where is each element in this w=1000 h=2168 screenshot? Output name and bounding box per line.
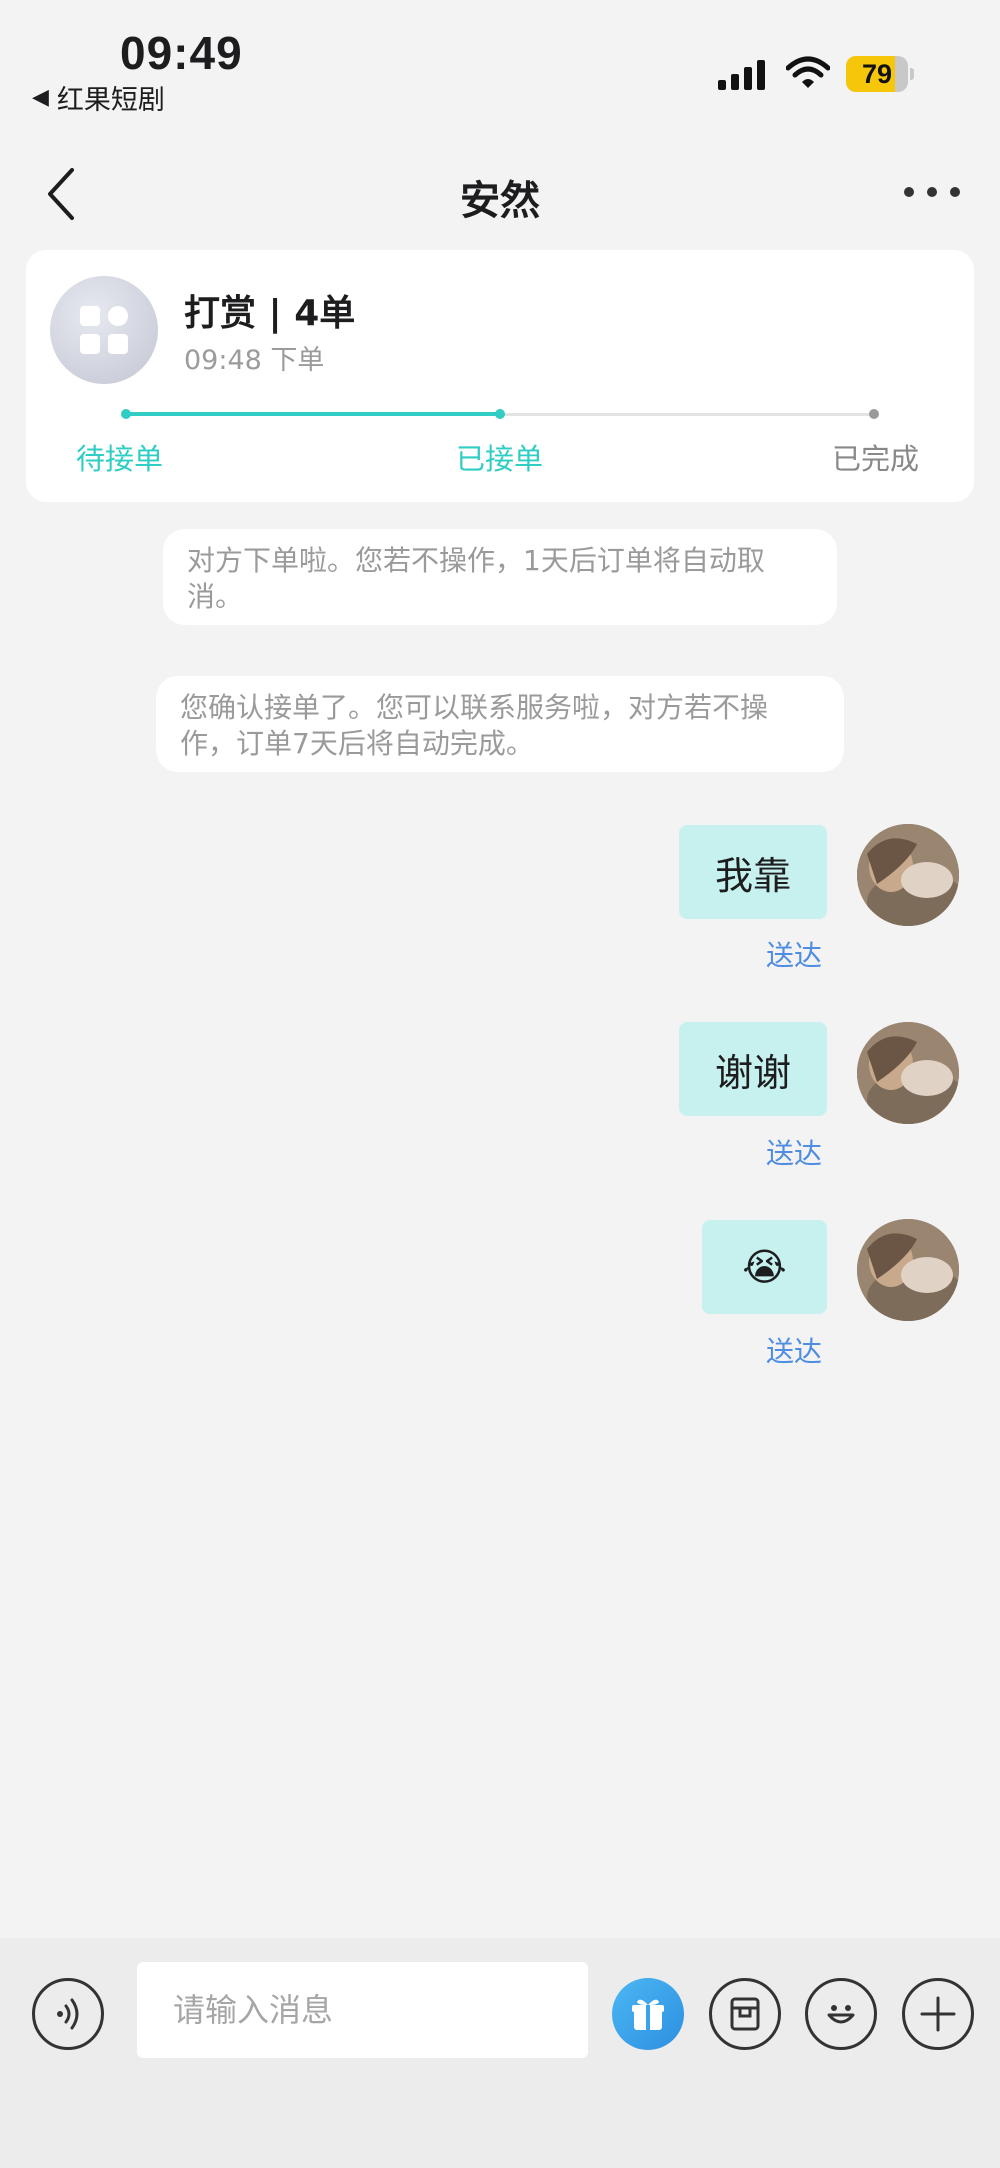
delivery-status: 送达 [766, 1335, 823, 1368]
more-options-icon[interactable] [904, 172, 960, 212]
emoji-icon [827, 2005, 855, 2024]
emoji-button[interactable] [805, 1978, 877, 2050]
avatar[interactable] [857, 824, 959, 926]
gift-icon [632, 1999, 664, 2030]
voice-icon [57, 1998, 79, 2030]
delivery-status: 送达 [766, 1137, 823, 1170]
message-input-bar [0, 1938, 1000, 2168]
chat-bubble[interactable]: 😭 [702, 1220, 827, 1314]
progress-dot [121, 409, 131, 419]
order-time: 09:48 下单 [184, 345, 325, 376]
back-app-label: 红果短剧 [56, 85, 165, 116]
back-to-app-link[interactable]: ◀ 红果短剧 [32, 78, 165, 117]
system-message: 对方下单啦。您若不操作，1天后订单将自动取消。 [163, 529, 837, 625]
avatar[interactable] [857, 1022, 959, 1124]
wifi-icon [786, 56, 830, 88]
order-progress-bar [121, 408, 879, 420]
order-card[interactable]: 打赏 | 4单 09:48 下单 待接单 已接单 已完成 [26, 250, 974, 502]
progress-dot [495, 409, 505, 419]
chat-header: 安然 [0, 150, 1000, 240]
progress-dot [869, 409, 879, 419]
order-steps: 待接单 已接单 已完成 [26, 436, 974, 480]
order-category-icon [50, 276, 158, 384]
battery-level: 79 [861, 59, 893, 89]
wallet-button[interactable] [709, 1978, 781, 2050]
voice-button[interactable] [32, 1978, 104, 2050]
order-progress-fill [124, 412, 500, 416]
step-pending: 待接单 [76, 442, 164, 476]
status-bar: 09:49 ◀ 红果短剧 79 [0, 0, 1000, 120]
status-time: 09:49 [120, 27, 243, 79]
step-accepted: 已接单 [456, 442, 544, 476]
plus-icon [920, 1996, 956, 2032]
page-title: 安然 [460, 178, 540, 224]
battery-indicator: 79 [846, 56, 914, 92]
step-completed: 已完成 [832, 442, 920, 476]
more-actions-button[interactable] [902, 1978, 974, 2050]
chat-bubble[interactable]: 谢谢 [679, 1022, 827, 1116]
message-input[interactable] [137, 1962, 588, 2058]
back-triangle-icon: ◀ [32, 85, 49, 110]
wallet-icon [730, 1997, 760, 2031]
delivery-status: 送达 [766, 939, 823, 972]
chat-bubble[interactable]: 我靠 [679, 825, 827, 919]
gift-button[interactable] [612, 1978, 684, 2050]
avatar[interactable] [857, 1219, 959, 1321]
system-message: 您确认接单了。您可以联系服务啦，对方若不操作，订单7天后将自动完成。 [156, 676, 844, 772]
order-title: 打赏 | 4单 [184, 293, 356, 334]
cellular-signal-icon [718, 60, 765, 90]
